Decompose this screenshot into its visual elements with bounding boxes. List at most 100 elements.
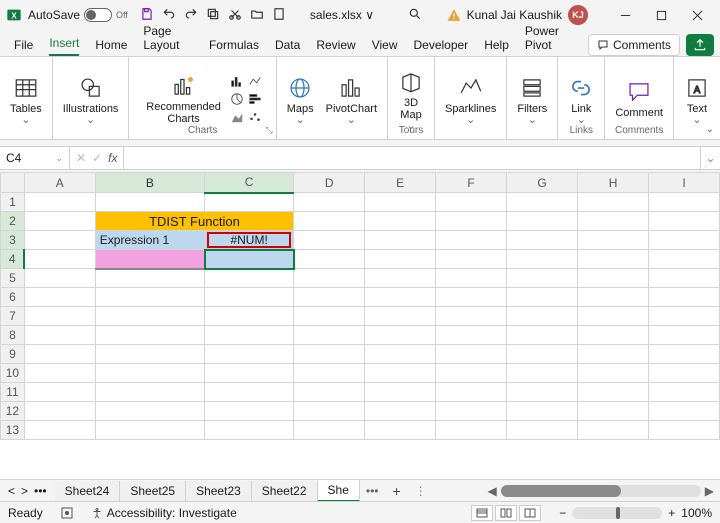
cell-c3[interactable]: #NUM!	[205, 231, 294, 250]
avatar[interactable]: KJ	[568, 5, 588, 25]
tab-developer[interactable]: Developer	[413, 38, 468, 56]
sparklines-button[interactable]: Sparklines⌄	[441, 75, 500, 123]
tables-button[interactable]: Tables⌄	[6, 75, 46, 123]
tab-insert[interactable]: Insert	[49, 36, 79, 56]
sheet-tab-25[interactable]: Sheet25	[120, 481, 186, 501]
row-header-6[interactable]: 6	[1, 288, 25, 307]
maximize-button[interactable]	[644, 3, 678, 27]
sheet-tab-23[interactable]: Sheet23	[186, 481, 252, 501]
pivotchart-button[interactable]: PivotChart⌄	[322, 75, 381, 123]
comment-insert-button[interactable]: Comment	[611, 79, 667, 119]
maps-button[interactable]: Maps⌄	[283, 75, 318, 123]
cell-b2[interactable]: TDIST Function	[95, 212, 293, 231]
account-area[interactable]: Kunal Jai Kaushik KJ	[447, 5, 588, 25]
tab-view[interactable]: View	[372, 38, 398, 56]
accessibility-status[interactable]: Accessibility: Investigate	[107, 506, 237, 520]
cell-c4-active[interactable]	[205, 250, 294, 269]
zoom-out-button[interactable]: −	[559, 506, 566, 520]
pie-chart-button[interactable]	[229, 91, 245, 107]
tab-data[interactable]: Data	[275, 38, 300, 56]
row-header-11[interactable]: 11	[1, 383, 25, 402]
column-chart-button[interactable]	[229, 73, 245, 89]
tab-help[interactable]: Help	[484, 38, 509, 56]
tab-home[interactable]: Home	[95, 38, 127, 56]
tab-page-layout[interactable]: Page Layout	[143, 24, 193, 56]
row-header-12[interactable]: 12	[1, 402, 25, 421]
sheet-tab-active[interactable]: She	[318, 480, 360, 502]
zoom-in-button[interactable]: +	[668, 506, 675, 520]
row-header-1[interactable]: 1	[1, 193, 25, 212]
search-button[interactable]	[408, 7, 422, 24]
sheet-nav-next[interactable]: >	[21, 484, 28, 498]
row-header-10[interactable]: 10	[1, 364, 25, 383]
new-button[interactable]	[272, 7, 286, 24]
redo-button[interactable]	[184, 7, 198, 24]
comments-button[interactable]: Comments	[588, 34, 680, 56]
sheet-nav-prev[interactable]: <	[8, 484, 15, 498]
col-header-e[interactable]: E	[365, 173, 436, 193]
col-header-c[interactable]: C	[205, 173, 294, 193]
col-header-d[interactable]: D	[294, 173, 365, 193]
tab-file[interactable]: File	[14, 38, 33, 56]
hscrollbar[interactable]	[501, 485, 701, 497]
select-all-button[interactable]	[1, 173, 25, 193]
row-header-9[interactable]: 9	[1, 345, 25, 364]
normal-view-button[interactable]	[471, 505, 493, 521]
recommended-charts-button[interactable]: Recommended Charts	[142, 73, 225, 125]
col-header-g[interactable]: G	[507, 173, 578, 193]
sheet-split-handle[interactable]: ⋮	[409, 484, 433, 498]
autosave-switch-icon[interactable]	[84, 8, 112, 22]
row-header-13[interactable]: 13	[1, 421, 25, 440]
sheet-nav-more[interactable]: •••	[34, 484, 47, 498]
scatter-chart-button[interactable]	[247, 109, 263, 125]
cut-button[interactable]	[228, 7, 242, 24]
link-button[interactable]: Link⌄	[564, 75, 598, 123]
page-layout-view-button[interactable]	[495, 505, 517, 521]
hscroll-right[interactable]: ▶	[705, 484, 714, 498]
autosave-toggle[interactable]: AutoSave Off	[28, 8, 128, 22]
line-chart-button[interactable]	[247, 73, 263, 89]
share-button[interactable]	[686, 34, 714, 56]
illustrations-button[interactable]: Illustrations⌄	[59, 75, 123, 123]
close-button[interactable]	[680, 3, 714, 27]
row-header-3[interactable]: 3	[1, 231, 25, 250]
col-header-a[interactable]: A	[24, 173, 95, 193]
zoom-slider[interactable]	[572, 507, 662, 519]
accept-formula-icon[interactable]: ✓	[92, 151, 102, 165]
3d-map-button[interactable]: 3D Map⌄	[394, 69, 428, 129]
row-header-4[interactable]: 4	[1, 250, 25, 269]
tab-review[interactable]: Review	[316, 38, 355, 56]
row-header-7[interactable]: 7	[1, 307, 25, 326]
cell-b4[interactable]	[95, 250, 204, 269]
hscroll-left[interactable]: ◀	[488, 484, 497, 498]
cell-b3[interactable]: Expression 1	[95, 231, 204, 250]
minimize-button[interactable]	[608, 3, 642, 27]
save-button[interactable]	[140, 7, 154, 24]
document-title[interactable]: sales.xlsx ∨	[310, 8, 374, 22]
add-sheet-button[interactable]: +	[384, 483, 408, 499]
expand-formula-bar-button[interactable]: ⌄	[700, 147, 720, 169]
sheet-tab-22[interactable]: Sheet22	[252, 481, 318, 501]
col-header-i[interactable]: I	[649, 173, 720, 193]
charts-launcher-icon[interactable]: ⤡	[266, 125, 273, 136]
text-button[interactable]: A Text⌄	[680, 75, 714, 123]
name-box[interactable]: C4 ⌄	[0, 147, 70, 169]
bar-chart-button[interactable]	[247, 91, 263, 107]
page-break-view-button[interactable]	[519, 505, 541, 521]
col-header-h[interactable]: H	[578, 173, 649, 193]
area-chart-button[interactable]	[229, 109, 245, 125]
copy-button[interactable]	[206, 7, 220, 24]
macro-record-icon[interactable]	[61, 507, 73, 519]
col-header-b[interactable]: B	[95, 173, 204, 193]
col-header-f[interactable]: F	[436, 173, 507, 193]
row-header-5[interactable]: 5	[1, 269, 25, 288]
fx-icon[interactable]: fx	[108, 151, 117, 165]
sheet-tabs-overflow[interactable]: •••	[360, 484, 385, 498]
sheet-tab-24[interactable]: Sheet24	[55, 481, 121, 501]
open-button[interactable]	[250, 7, 264, 24]
cancel-formula-icon[interactable]: ✕	[76, 151, 86, 165]
collapse-ribbon-button[interactable]: ⌄	[706, 124, 714, 135]
row-header-2[interactable]: 2	[1, 212, 25, 231]
tab-power-pivot[interactable]: Power Pivot	[525, 24, 572, 56]
undo-button[interactable]	[162, 7, 176, 24]
